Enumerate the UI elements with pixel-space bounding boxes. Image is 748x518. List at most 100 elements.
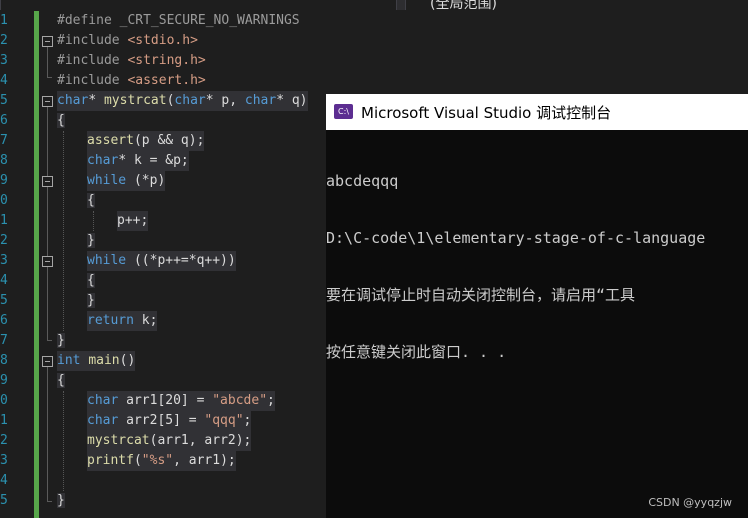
code-token: "qqq" [204, 413, 244, 428]
code-line: assert(p && q); [87, 131, 205, 151]
code-token: } [57, 493, 65, 508]
code-token: return [87, 313, 134, 328]
code-line: } [87, 231, 95, 251]
code-line: char arr2[5] = "qqq"; [87, 411, 252, 431]
code-line: } [57, 491, 65, 511]
code-line: #define _CRT_SECURE_NO_WARNINGS [57, 11, 300, 31]
code-token: <string.h> [127, 53, 206, 68]
line-number: 4 [0, 473, 8, 488]
collapse-icon[interactable] [42, 356, 53, 367]
line-number: 9 [0, 373, 8, 388]
code-line: mystrcat(arr1, arr2); [87, 431, 252, 451]
line-number: 8 [0, 153, 8, 168]
code-token: } [57, 333, 65, 348]
code-token: char [87, 393, 119, 408]
code-token: char [87, 413, 119, 428]
code-line: printf("%s", arr1); [87, 451, 236, 471]
line-number: 7 [0, 133, 8, 148]
fold-line [47, 340, 52, 341]
code-line: #include <assert.h> [57, 71, 206, 91]
project-dropdown[interactable] [0, 0, 397, 10]
editor-nav-bar: (全局范围) [0, 0, 748, 10]
code-line: #include <stdio.h> [57, 31, 198, 51]
line-number: 4 [0, 73, 8, 88]
code-token: #include [57, 53, 120, 68]
code-token: <assert.h> [127, 73, 206, 88]
code-token: , arr1); [173, 453, 236, 468]
console-title-bar[interactable]: C:\ Microsoft Visual Studio 调试控制台 [326, 94, 748, 130]
code-token: * k = &p; [118, 153, 189, 168]
console-title: Microsoft Visual Studio 调试控制台 [361, 104, 612, 122]
indent-guide [63, 131, 64, 331]
line-number: 1 [0, 413, 8, 428]
line-number: 3 [0, 53, 8, 68]
code-token: p++; [117, 213, 149, 228]
code-line: char arr1[20] = "abcde"; [87, 391, 275, 411]
console-output: abcdeqqq D:\C-code\1\elementary-stage-of… [326, 134, 748, 400]
console-output-line: abcdeqqq [326, 172, 399, 190]
collapse-icon[interactable] [42, 176, 53, 187]
code-token: mystrcat [103, 93, 167, 108]
line-number: 0 [0, 393, 8, 408]
fold-line [47, 367, 48, 501]
code-token: * [88, 93, 104, 108]
code-token: int [57, 353, 81, 368]
line-number: 9 [0, 173, 8, 188]
code-token: (p && q); [133, 133, 205, 148]
indent-guide [93, 211, 94, 231]
scope-label: (全局范围) [430, 0, 497, 10]
change-tracking-bar [34, 11, 39, 518]
collapse-icon[interactable] [42, 256, 53, 267]
console-output-line: 按任意键关闭此窗口. . . [326, 343, 507, 361]
code-token: ((*p++=*q++)) [126, 253, 236, 268]
fold-line [47, 107, 48, 340]
code-token: (*p) [126, 173, 166, 188]
fold-line [47, 501, 52, 502]
watermark: CSDN @yyqzjw [648, 496, 732, 509]
code-token: { [87, 273, 95, 288]
code-token: k; [133, 313, 158, 328]
visual-studio-console-icon: C:\ [334, 104, 353, 119]
code-token: #include [57, 33, 120, 48]
line-number: 3 [0, 253, 8, 268]
code-line: int main() [57, 351, 136, 371]
line-number: 3 [0, 453, 8, 468]
code-token: } [87, 293, 95, 308]
code-token: char [57, 93, 89, 108]
line-number: 4 [0, 273, 8, 288]
code-token: char [87, 153, 119, 168]
code-line: { [57, 371, 65, 391]
code-line: { [87, 271, 95, 291]
code-token: char [174, 93, 206, 108]
line-number: 2 [0, 33, 8, 48]
code-token: ( [133, 453, 142, 468]
code-token: * q) [276, 93, 308, 108]
code-token: printf [87, 453, 134, 468]
console-output-line: 要在调试停止时自动关闭控制台，请启用“工具 [326, 286, 636, 304]
code-token: "%s" [141, 453, 174, 468]
code-token: ; [243, 413, 252, 428]
indent-guide [63, 391, 64, 491]
line-number: 5 [0, 293, 8, 308]
console-output-line: D:\C-code\1\elementary-stage-of-c-langua… [326, 229, 706, 247]
code-line: p++; [117, 211, 149, 231]
code-line: } [87, 291, 95, 311]
code-token: main [88, 353, 120, 368]
fold-line [47, 47, 48, 77]
code-token: } [87, 233, 95, 248]
code-line: char* k = &p; [87, 151, 189, 171]
code-token: ; [267, 393, 275, 408]
line-number: 5 [0, 93, 8, 108]
line-number: 2 [0, 233, 8, 248]
collapse-icon[interactable] [42, 36, 53, 47]
code-token: while [87, 173, 127, 188]
code-line: while (*p) [87, 171, 166, 191]
code-line: while ((*p++=*q++)) [87, 251, 236, 271]
line-number: 6 [0, 313, 8, 328]
collapse-icon[interactable] [42, 96, 53, 107]
line-number: 1 [0, 213, 8, 228]
line-number: 6 [0, 113, 8, 128]
code-token: () [119, 353, 136, 368]
debug-console-window[interactable]: C:\ Microsoft Visual Studio 调试控制台 abcdeq… [326, 94, 748, 518]
code-token: mystrcat [87, 433, 150, 448]
